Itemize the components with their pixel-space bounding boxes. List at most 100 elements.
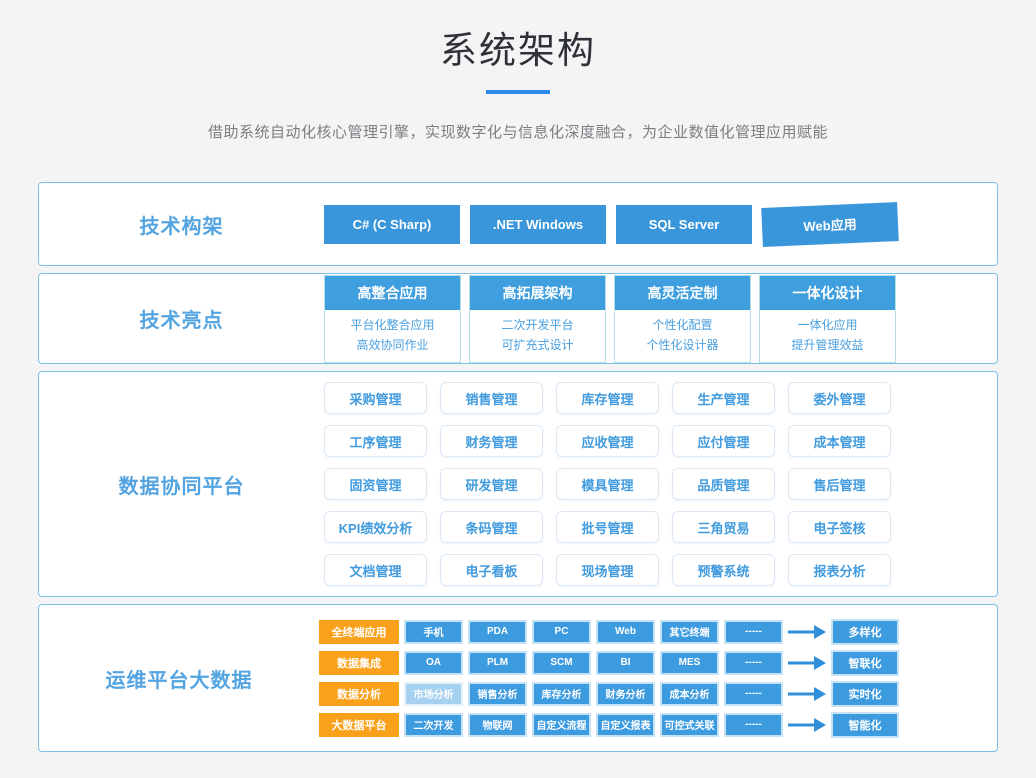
highlight-card-body: 个性化配置 个性化设计器 — [615, 310, 750, 362]
module-mold: 模具管理 — [556, 468, 659, 500]
bd-item: 二次开发 — [404, 713, 463, 737]
highlight-line: 一体化应用 — [760, 315, 895, 335]
bd-item: 自定义流程 — [532, 713, 591, 737]
highlight-line: 提升管理效益 — [760, 335, 895, 355]
row-result: 智能化 — [831, 712, 899, 738]
highlight-card: 高拓展架构 二次开发平台 可扩充式设计 — [469, 275, 606, 363]
row-result: 智联化 — [831, 650, 899, 676]
module-alert: 预警系统 — [672, 554, 775, 586]
highlight-line: 高效协同作业 — [325, 335, 460, 355]
module-quality: 品质管理 — [672, 468, 775, 500]
tech-item-sqlserver: SQL Server — [616, 205, 752, 244]
bd-item: PLM — [468, 651, 527, 675]
row-tag: 数据集成 — [319, 651, 399, 675]
bigdata-label: 运维平台大数据 — [39, 664, 319, 693]
highlight-line: 个性化设计器 — [615, 335, 750, 355]
bd-item-ellipsis: ----- — [724, 682, 783, 706]
bd-item: BI — [596, 651, 655, 675]
module-sales: 销售管理 — [440, 382, 543, 414]
bd-item: OA — [404, 651, 463, 675]
module-e-kanban: 电子看板 — [440, 554, 543, 586]
bigdata-rows: 全终端应用 手机 PDA PC Web 其它终端 ----- 多样化 数据集成 … — [319, 619, 899, 738]
bigdata-row-terminals: 全终端应用 手机 PDA PC Web 其它终端 ----- 多样化 — [319, 619, 899, 645]
module-report: 报表分析 — [788, 554, 891, 586]
right-arrow-icon — [788, 656, 826, 670]
bd-item: 其它终端 — [660, 620, 719, 644]
section-platform: 数据协同平台 采购管理 销售管理 库存管理 生产管理 委外管理 工序管理 财务管… — [38, 371, 998, 597]
right-arrow-icon — [788, 687, 826, 701]
highlight-card: 一体化设计 一体化应用 提升管理效益 — [759, 275, 896, 363]
highlight-line: 个性化配置 — [615, 315, 750, 335]
section-bigdata: 运维平台大数据 全终端应用 手机 PDA PC Web 其它终端 ----- 多… — [38, 604, 998, 752]
bd-item: PC — [532, 620, 591, 644]
section-tech-stack: 技术构架 C# (C Sharp) .NET Windows SQL Serve… — [38, 182, 998, 266]
page-header: 系统架构 借助系统自动化核心管理引擎，实现数字化与信息化深度融合，为企业数值化管… — [0, 0, 1036, 142]
module-document: 文档管理 — [324, 554, 427, 586]
bd-item: 财务分析 — [596, 682, 655, 706]
bd-item: MES — [660, 651, 719, 675]
highlights-label: 技术亮点 — [39, 304, 324, 333]
highlight-card-body: 平台化整合应用 高效协同作业 — [325, 310, 460, 362]
tech-item-csharp: C# (C Sharp) — [324, 205, 460, 244]
highlight-cards: 高整合应用 平台化整合应用 高效协同作业 高拓展架构 二次开发平台 可扩充式设计… — [324, 275, 896, 363]
row-result: 多样化 — [831, 619, 899, 645]
bd-item: 销售分析 — [468, 682, 527, 706]
module-finance: 财务管理 — [440, 425, 543, 457]
module-triangle-trade: 三角贸易 — [672, 511, 775, 543]
module-fixed-assets: 固资管理 — [324, 468, 427, 500]
tech-item-dotnet: .NET Windows — [470, 205, 606, 244]
system-architecture-page: 系统架构 借助系统自动化核心管理引擎，实现数字化与信息化深度融合，为企业数值化管… — [0, 0, 1036, 778]
highlight-line: 二次开发平台 — [470, 315, 605, 335]
module-after-sales: 售后管理 — [788, 468, 891, 500]
module-inventory: 库存管理 — [556, 382, 659, 414]
highlight-card-title: 高整合应用 — [325, 276, 460, 310]
highlight-card-title: 高拓展架构 — [470, 276, 605, 310]
module-rd: 研发管理 — [440, 468, 543, 500]
tech-stack-label: 技术构架 — [39, 210, 324, 239]
module-batch: 批号管理 — [556, 511, 659, 543]
module-e-signature: 电子签核 — [788, 511, 891, 543]
bigdata-row-analysis: 数据分析 市场分析 销售分析 库存分析 财务分析 成本分析 ----- 实时化 — [319, 681, 899, 707]
bd-item: 手机 — [404, 620, 463, 644]
platform-label: 数据协同平台 — [39, 470, 324, 499]
highlight-card-body: 一体化应用 提升管理效益 — [760, 310, 895, 362]
bd-item: PDA — [468, 620, 527, 644]
bd-item-ellipsis: ----- — [724, 620, 783, 644]
highlight-line: 可扩充式设计 — [470, 335, 605, 355]
bd-item: 自定义报表 — [596, 713, 655, 737]
highlight-card: 高整合应用 平台化整合应用 高效协同作业 — [324, 275, 461, 363]
bd-item-ellipsis: ----- — [724, 713, 783, 737]
bd-item: 物联网 — [468, 713, 527, 737]
bd-item: 市场分析 — [404, 682, 463, 706]
highlight-card-body: 二次开发平台 可扩充式设计 — [470, 310, 605, 362]
module-shopfloor: 现场管理 — [556, 554, 659, 586]
highlight-card-title: 一体化设计 — [760, 276, 895, 310]
row-tag: 数据分析 — [319, 682, 399, 706]
section-highlights: 技术亮点 高整合应用 平台化整合应用 高效协同作业 高拓展架构 二次开发平台 可… — [38, 273, 998, 364]
module-production: 生产管理 — [672, 382, 775, 414]
bd-item: 库存分析 — [532, 682, 591, 706]
right-arrow-icon — [788, 718, 826, 732]
row-tag: 大数据平台 — [319, 713, 399, 737]
tech-item-web: Web应用 — [761, 202, 899, 247]
row-result: 实时化 — [831, 681, 899, 707]
highlight-card: 高灵活定制 个性化配置 个性化设计器 — [614, 275, 751, 363]
module-outsourcing: 委外管理 — [788, 382, 891, 414]
module-grid: 采购管理 销售管理 库存管理 生产管理 委外管理 工序管理 财务管理 应收管理 … — [324, 382, 891, 586]
module-barcode: 条码管理 — [440, 511, 543, 543]
bd-item: 成本分析 — [660, 682, 719, 706]
highlight-card-title: 高灵活定制 — [615, 276, 750, 310]
bd-item-ellipsis: ----- — [724, 651, 783, 675]
module-cost: 成本管理 — [788, 425, 891, 457]
tech-stack-row: C# (C Sharp) .NET Windows SQL Server Web… — [324, 205, 898, 244]
right-arrow-icon — [788, 625, 826, 639]
bigdata-row-integration: 数据集成 OA PLM SCM BI MES ----- 智联化 — [319, 650, 899, 676]
page-title: 系统架构 — [0, 20, 1036, 74]
bd-item: Web — [596, 620, 655, 644]
bigdata-row-platform: 大数据平台 二次开发 物联网 自定义流程 自定义报表 可控式关联 ----- 智… — [319, 712, 899, 738]
title-underline — [486, 90, 550, 94]
module-payable: 应付管理 — [672, 425, 775, 457]
module-process: 工序管理 — [324, 425, 427, 457]
module-purchase: 采购管理 — [324, 382, 427, 414]
bd-item: 可控式关联 — [660, 713, 719, 737]
